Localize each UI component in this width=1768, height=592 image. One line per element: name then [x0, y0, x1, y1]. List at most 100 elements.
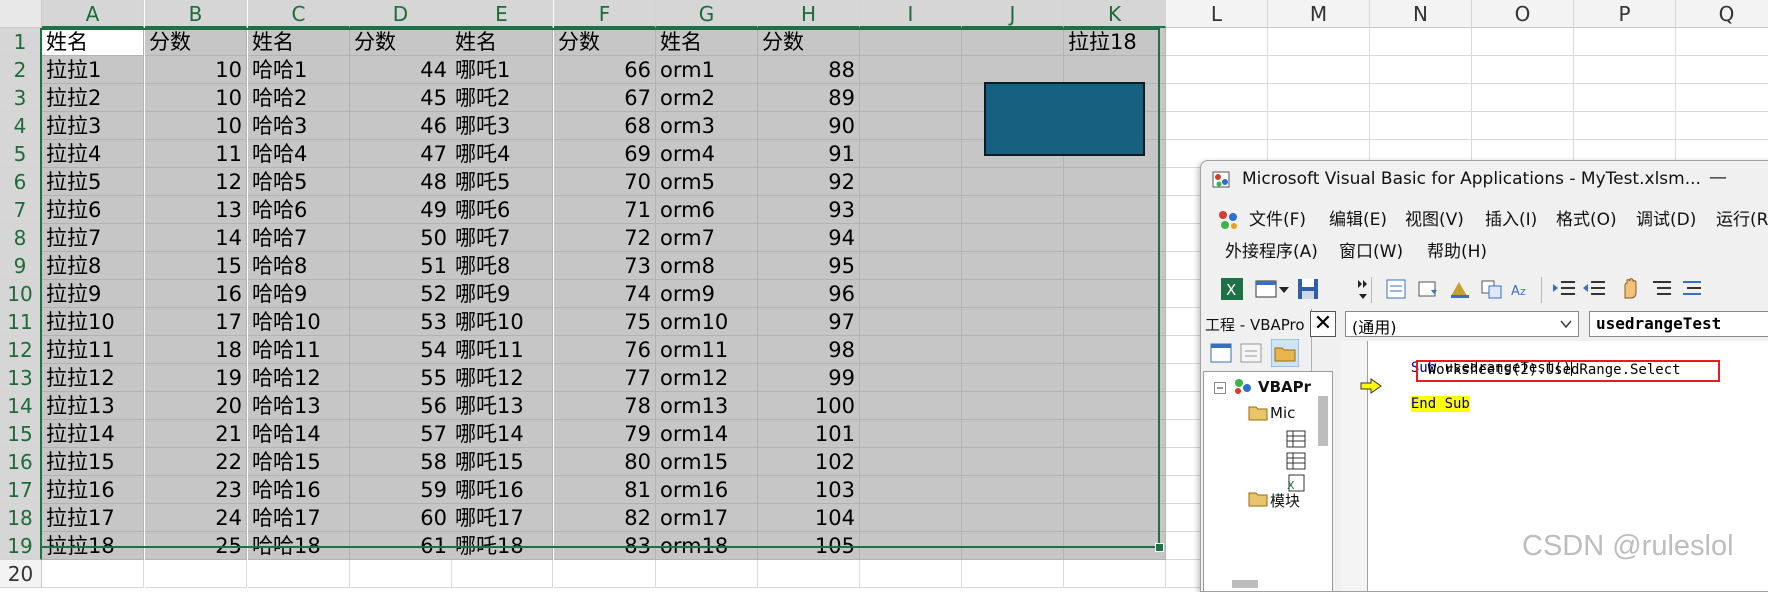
cell-g6[interactable]: orm5 [656, 168, 758, 196]
cell-i1[interactable] [860, 28, 962, 56]
toggle-breakpoint-icon[interactable] [1617, 276, 1643, 302]
row-header-16[interactable]: 16 [0, 448, 42, 476]
cell-g8[interactable]: orm7 [656, 224, 758, 252]
cell-j18[interactable] [962, 504, 1064, 532]
cell-f13[interactable]: 77 [554, 364, 656, 392]
cell-a13[interactable]: 拉拉12 [42, 364, 144, 392]
cell-m3[interactable] [1268, 84, 1370, 112]
cell-e4[interactable]: 哪吒3 [451, 112, 553, 140]
quick-info-icon[interactable] [1447, 276, 1473, 302]
row-header-6[interactable]: 6 [0, 168, 42, 196]
cell-e8[interactable]: 哪吒7 [451, 224, 553, 252]
cell-o1[interactable] [1472, 28, 1574, 56]
cell-e10[interactable]: 哪吒9 [451, 280, 553, 308]
cell-b4[interactable]: 10 [145, 112, 247, 140]
cell-m2[interactable] [1268, 56, 1370, 84]
column-header-b[interactable]: B [145, 0, 247, 28]
cell-c4[interactable]: 哈哈3 [248, 112, 350, 140]
cell-e18[interactable]: 哪吒17 [451, 504, 553, 532]
cell-o2[interactable] [1472, 56, 1574, 84]
cell-f19[interactable]: 83 [554, 532, 656, 560]
cell-a6[interactable]: 拉拉5 [42, 168, 144, 196]
cell-b14[interactable]: 20 [145, 392, 247, 420]
column-header-i[interactable]: I [860, 0, 962, 28]
cell-a12[interactable]: 拉拉11 [42, 336, 144, 364]
cell-k14[interactable] [1064, 392, 1166, 420]
cell-q3[interactable] [1676, 84, 1768, 112]
cell-q1[interactable] [1676, 28, 1768, 56]
cell-h1[interactable]: 分数 [758, 28, 860, 56]
cell-e14[interactable]: 哪吒13 [451, 392, 553, 420]
cell-h8[interactable]: 94 [758, 224, 860, 252]
cell-d3[interactable]: 45 [350, 84, 452, 112]
cell-i9[interactable] [860, 252, 962, 280]
cell-n3[interactable] [1370, 84, 1472, 112]
code-line-3[interactable]: End Sub [1394, 380, 1470, 412]
cell-m4[interactable] [1268, 112, 1370, 140]
cell-i19[interactable] [860, 532, 962, 560]
tree-item-modules[interactable]: 模块 [1270, 490, 1300, 511]
cell-a7[interactable]: 拉拉6 [42, 196, 144, 224]
column-header-j[interactable]: J [962, 0, 1064, 28]
cell-o3[interactable] [1472, 84, 1574, 112]
cell-g4[interactable]: orm3 [656, 112, 758, 140]
cell-h15[interactable]: 101 [758, 420, 860, 448]
cell-d5[interactable]: 47 [350, 140, 452, 168]
cell-b6[interactable]: 12 [145, 168, 247, 196]
column-header-d[interactable]: D [350, 0, 452, 28]
cell-b11[interactable]: 17 [145, 308, 247, 336]
cell-i8[interactable] [860, 224, 962, 252]
rectangle-shape[interactable] [984, 82, 1145, 156]
cell-i11[interactable] [860, 308, 962, 336]
cell-l1[interactable] [1166, 28, 1268, 56]
cell-c7[interactable]: 哈哈6 [248, 196, 350, 224]
uncomment-block-icon[interactable] [1679, 276, 1705, 302]
cell-i10[interactable] [860, 280, 962, 308]
cell-d16[interactable]: 58 [350, 448, 452, 476]
cell-b17[interactable]: 23 [145, 476, 247, 504]
cell-d18[interactable]: 60 [350, 504, 452, 532]
cell-g16[interactable]: orm15 [656, 448, 758, 476]
cell-c8[interactable]: 哈哈7 [248, 224, 350, 252]
cell-i7[interactable] [860, 196, 962, 224]
cell-b2[interactable]: 10 [145, 56, 247, 84]
cell-c1[interactable]: 姓名 [248, 28, 350, 56]
column-header-h[interactable]: H [758, 0, 860, 28]
cell-b10[interactable]: 16 [145, 280, 247, 308]
menu-addins[interactable]: 外接程序(A) [1225, 237, 1318, 262]
row-header-14[interactable]: 14 [0, 392, 42, 420]
cell-k20[interactable] [1064, 560, 1166, 588]
cell-q4[interactable] [1676, 112, 1768, 140]
column-header-o[interactable]: O [1472, 0, 1574, 28]
cell-o4[interactable] [1472, 112, 1574, 140]
cell-e16[interactable]: 哪吒15 [451, 448, 553, 476]
close-icon[interactable]: ✕ [1310, 311, 1336, 337]
cell-j8[interactable] [962, 224, 1064, 252]
cell-h17[interactable]: 103 [758, 476, 860, 504]
cell-d4[interactable]: 46 [350, 112, 452, 140]
cell-d13[interactable]: 55 [350, 364, 452, 392]
cell-j7[interactable] [962, 196, 1064, 224]
cell-b15[interactable]: 21 [145, 420, 247, 448]
cell-k19[interactable] [1064, 532, 1166, 560]
cell-c14[interactable]: 哈哈13 [248, 392, 350, 420]
cell-d19[interactable]: 61 [350, 532, 452, 560]
cell-l2[interactable] [1166, 56, 1268, 84]
cell-c11[interactable]: 哈哈10 [248, 308, 350, 336]
column-header-m[interactable]: M [1268, 0, 1370, 28]
cell-g15[interactable]: orm14 [656, 420, 758, 448]
cell-k13[interactable] [1064, 364, 1166, 392]
cell-j19[interactable] [962, 532, 1064, 560]
cell-j12[interactable] [962, 336, 1064, 364]
cell-e2[interactable]: 哪吒1 [451, 56, 553, 84]
cell-e11[interactable]: 哪吒10 [451, 308, 553, 336]
cell-k15[interactable] [1064, 420, 1166, 448]
column-header-l[interactable]: L [1166, 0, 1268, 28]
cell-b1[interactable]: 分数 [145, 28, 247, 56]
cell-q2[interactable] [1676, 56, 1768, 84]
vba-menu-icon[interactable] [1215, 207, 1241, 233]
cell-b13[interactable]: 19 [145, 364, 247, 392]
cell-j6[interactable] [962, 168, 1064, 196]
cell-i14[interactable] [860, 392, 962, 420]
cell-k1[interactable]: 拉拉18 [1064, 28, 1166, 56]
